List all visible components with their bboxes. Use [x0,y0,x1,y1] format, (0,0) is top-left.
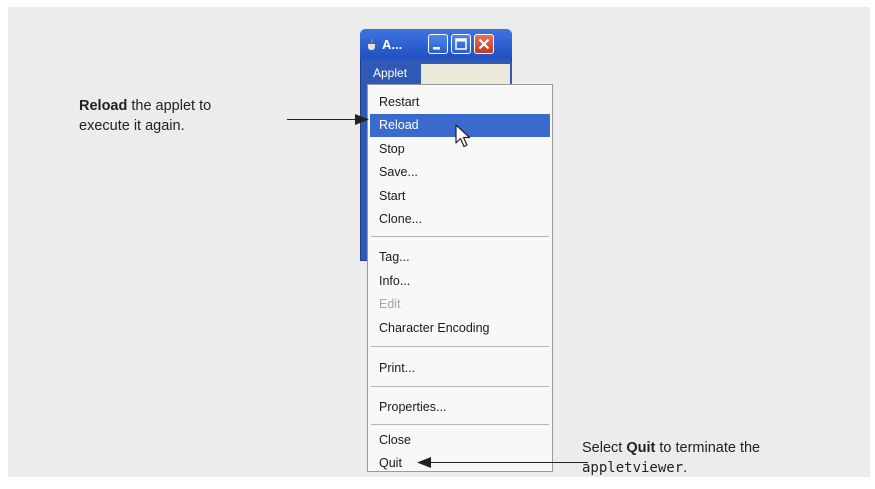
menu-separator [371,424,549,428]
quit-callout-code: appletviewer [582,460,684,476]
menu-item-restart[interactable]: Restart [370,91,550,114]
reload-callout-bold: Reload [79,98,128,114]
menu-item-quit[interactable]: Quit [370,452,550,475]
menu-separator [371,386,549,390]
reload-arrow-line [287,119,359,120]
minimize-button[interactable] [428,34,448,54]
maximize-button[interactable] [451,34,471,54]
window-title: A... [382,37,403,52]
menu-item-properties[interactable]: Properties... [370,396,550,419]
menu-item-clone[interactable]: Clone... [370,208,550,231]
applet-menu[interactable]: Applet [370,65,410,81]
reload-callout: Reload the applet to execute it again. [79,96,211,136]
quit-callout-line1: Select Quit to terminate the [582,438,760,458]
menu-bar-filler [421,64,510,84]
menu-item-edit: Edit [379,297,401,311]
minimize-icon [433,47,440,50]
reload-callout-line1: Reload the applet to [79,96,211,116]
quit-callout-end: . [683,460,688,476]
reload-arrow-head [355,114,369,125]
quit-callout-bold: Quit [626,440,656,456]
reload-callout-line2: execute it again. [79,118,185,134]
quit-arrow-line [428,462,588,463]
menu-item-tag[interactable]: Tag... [370,246,550,269]
quit-callout-prefix: Select [582,440,627,456]
quit-callout-line2: appletviewer. [582,458,760,478]
quit-callout: Select Quit to terminate the appletviewe… [582,438,760,478]
title-bar[interactable]: A... [360,29,512,59]
quit-callout-suffix: to terminate the [655,440,761,456]
menu-bar: Applet [368,62,512,84]
close-window-button[interactable] [474,34,494,54]
close-icon [478,38,490,50]
java-cup-icon [368,38,375,50]
menu-item-print[interactable]: Print... [370,357,550,380]
menu-item-start[interactable]: Start [370,185,550,208]
menu-item-save[interactable]: Save... [370,161,550,184]
menu-item-character-encoding[interactable]: Character Encoding [370,317,550,340]
reload-callout-text: the applet to [127,98,212,114]
menu-item-close[interactable]: Close [370,429,550,452]
menu-separator [371,346,549,350]
maximize-icon [455,38,467,50]
menu-separator [371,236,549,240]
mouse-pointer-icon [455,124,471,148]
menu-item-info[interactable]: Info... [370,270,550,293]
